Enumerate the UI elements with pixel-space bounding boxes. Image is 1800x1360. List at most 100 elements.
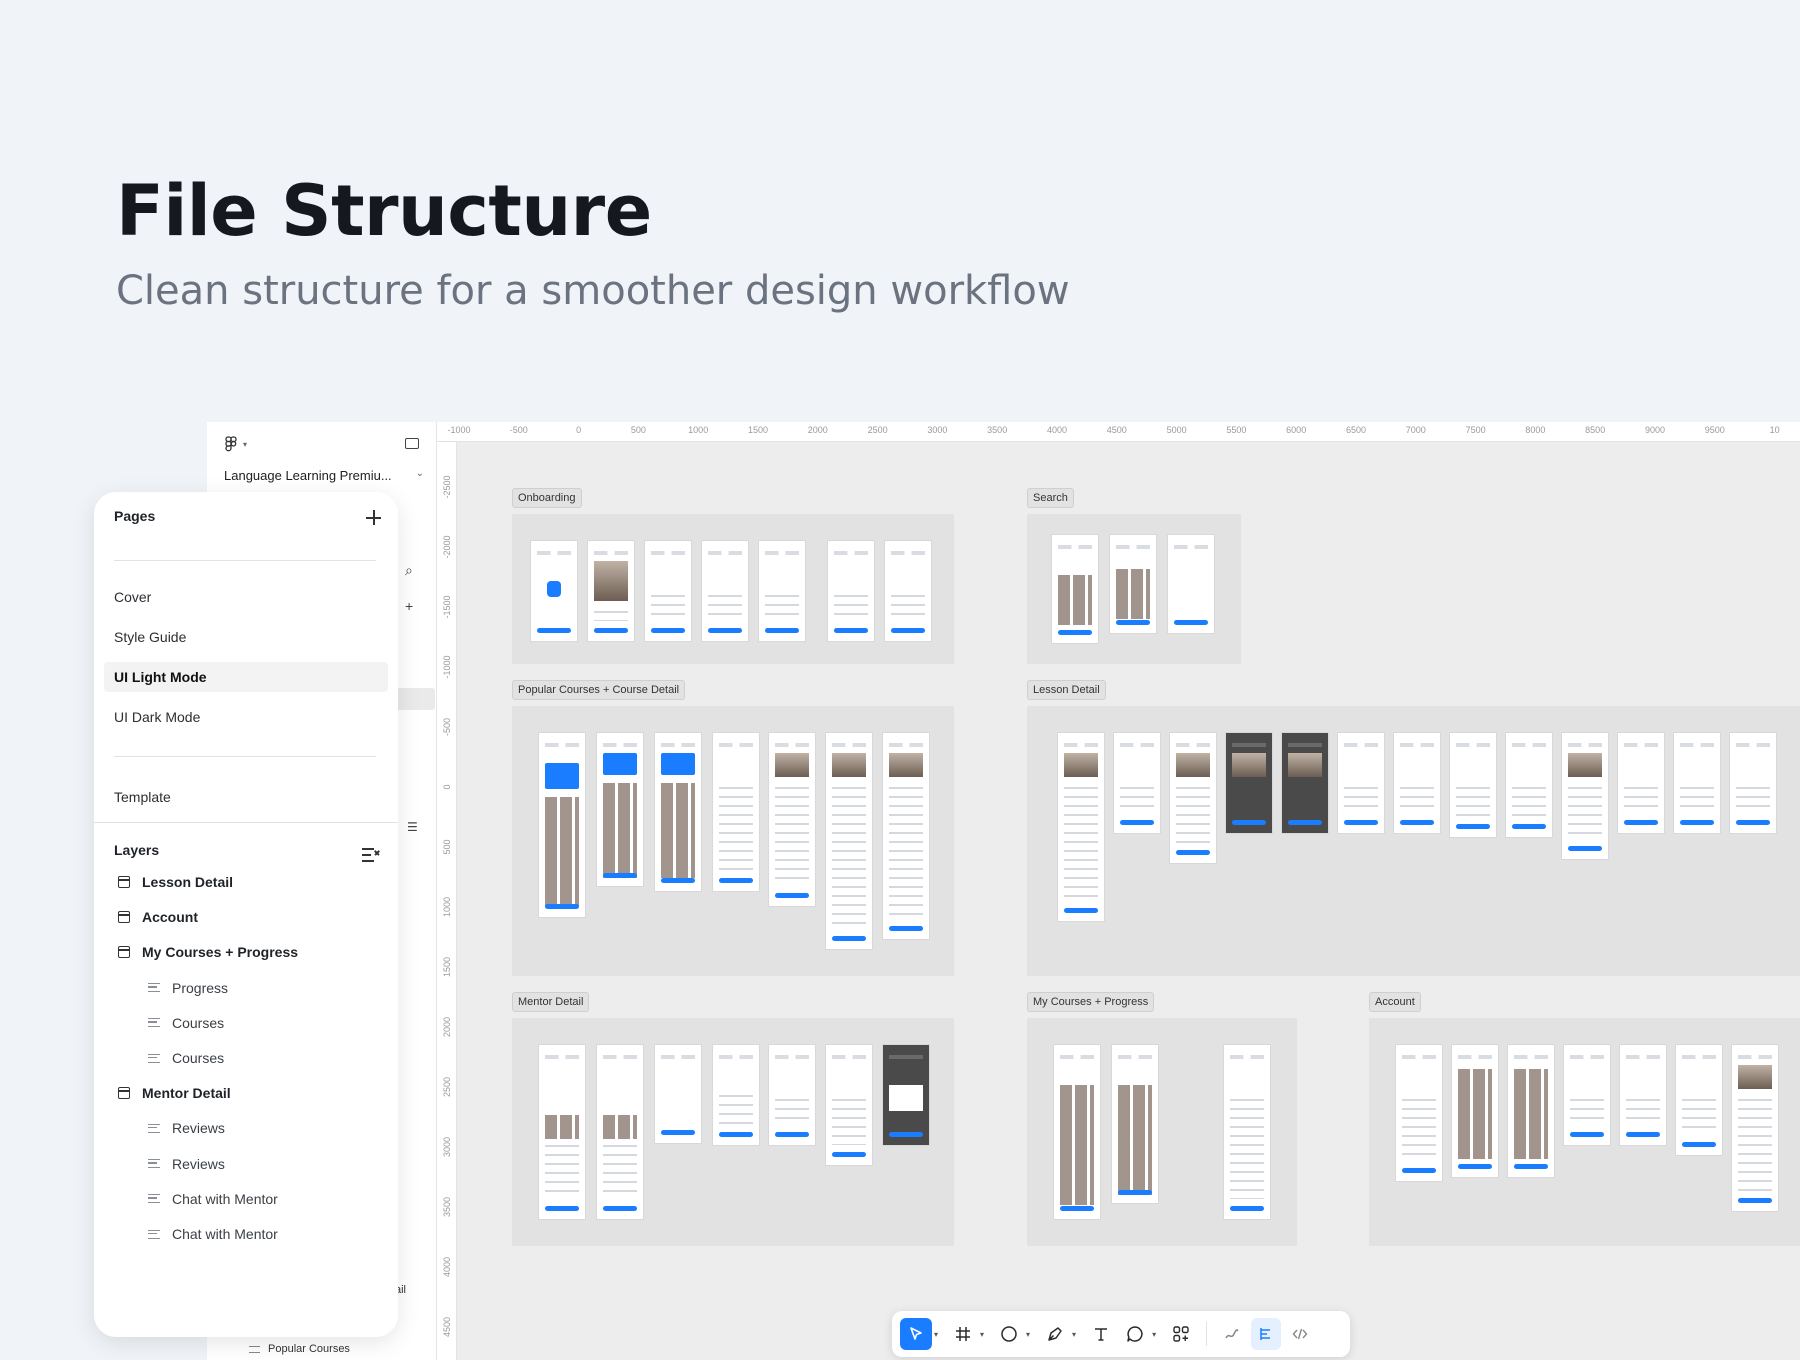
chevron-down-icon[interactable]: ▾ (980, 1330, 984, 1339)
move-tool-button[interactable] (900, 1318, 932, 1350)
screen-thumbnail[interactable] (712, 732, 760, 892)
screen-thumbnail[interactable] (1675, 1044, 1723, 1156)
add-page-icon[interactable]: + (405, 598, 413, 614)
screen-thumbnail[interactable] (1507, 1044, 1555, 1178)
screen-thumbnail[interactable] (1167, 534, 1215, 634)
screen-thumbnail[interactable] (1395, 1044, 1443, 1182)
page-item-cover[interactable]: Cover (104, 582, 388, 612)
screen-thumbnail[interactable] (884, 540, 932, 642)
layer-row-group[interactable]: Progress (94, 973, 398, 1003)
layer-row-frame[interactable]: Mentor Detail (94, 1078, 398, 1108)
add-page-button[interactable] (364, 508, 384, 528)
main-menu[interactable]: ▾ (225, 436, 247, 452)
screen-thumbnail[interactable] (538, 1044, 586, 1220)
section-label-search[interactable]: Search (1027, 488, 1074, 508)
layer-row-frame[interactable]: Account (94, 902, 398, 932)
screen-thumbnail[interactable] (1109, 534, 1157, 634)
draw-mode-button[interactable] (1217, 1318, 1247, 1350)
screen-thumbnail[interactable] (596, 732, 644, 887)
screen-thumbnail[interactable] (587, 540, 635, 642)
layer-row-frame[interactable]: Lesson Detail (94, 867, 398, 897)
section-popular-courses[interactable] (512, 706, 954, 976)
section-label-lesson-detail[interactable]: Lesson Detail (1027, 680, 1106, 700)
screen-thumbnail[interactable] (768, 732, 816, 907)
screen-thumbnail[interactable] (825, 1044, 873, 1166)
layer-row-group[interactable]: Chat with Mentor (94, 1184, 398, 1214)
screen-thumbnail[interactable] (1057, 732, 1105, 922)
screen-thumbnail[interactable] (1673, 732, 1721, 834)
layer-row-group[interactable]: Reviews (94, 1113, 398, 1143)
chevron-down-icon[interactable]: ▾ (1072, 1330, 1076, 1339)
sidebar-toggle-icon[interactable] (405, 438, 419, 449)
shape-tool-button[interactable] (994, 1318, 1024, 1350)
layer-row-group[interactable]: Courses (94, 1008, 398, 1038)
screen-thumbnail[interactable] (654, 732, 702, 892)
chevron-down-icon[interactable]: ▾ (1152, 1330, 1156, 1339)
section-label-account[interactable]: Account (1369, 992, 1421, 1012)
section-label-mentor-detail[interactable]: Mentor Detail (512, 992, 590, 1012)
screen-thumbnail[interactable] (1281, 732, 1329, 834)
section-mentor-detail[interactable] (512, 1018, 954, 1246)
comment-tool-button[interactable] (1120, 1318, 1150, 1350)
section-my-courses[interactable] (1027, 1018, 1297, 1246)
screen-thumbnail[interactable] (758, 540, 806, 642)
actions-tool-button[interactable] (1166, 1318, 1196, 1350)
screen-thumbnail[interactable] (701, 540, 749, 642)
chevron-down-icon[interactable]: ▾ (934, 1330, 938, 1339)
screen-thumbnail[interactable] (1505, 732, 1553, 838)
text-tool-button[interactable] (1086, 1318, 1116, 1350)
section-label-my-courses[interactable]: My Courses + Progress (1027, 992, 1155, 1012)
frame-tool-button[interactable] (948, 1318, 978, 1350)
screen-thumbnail[interactable] (1451, 1044, 1499, 1178)
screen-thumbnail[interactable] (1113, 732, 1161, 834)
screen-thumbnail[interactable] (530, 540, 578, 642)
screen-thumbnail[interactable] (1223, 1044, 1271, 1220)
page-item-template[interactable]: Template (104, 782, 388, 812)
screen-thumbnail[interactable] (1051, 534, 1099, 644)
layer-row-popular-courses[interactable]: Popular Courses (249, 1343, 350, 1355)
section-label-popular-courses[interactable]: Popular Courses + Course Detail (512, 680, 686, 700)
screen-thumbnail[interactable] (712, 1044, 760, 1146)
screen-thumbnail[interactable] (1111, 1044, 1159, 1204)
screen-thumbnail[interactable] (1619, 1044, 1667, 1146)
screen-thumbnail[interactable] (538, 732, 586, 918)
layer-row-group[interactable]: Courses (94, 1043, 398, 1073)
screen-thumbnail[interactable] (1225, 732, 1273, 834)
screen-thumbnail[interactable] (596, 1044, 644, 1220)
page-item-ui-dark-mode[interactable]: UI Dark Mode (104, 702, 388, 732)
screen-thumbnail[interactable] (1731, 1044, 1779, 1212)
page-item-style-guide[interactable]: Style Guide (104, 622, 388, 652)
screen-thumbnail[interactable] (768, 1044, 816, 1146)
screen-thumbnail[interactable] (882, 1044, 930, 1146)
file-name[interactable]: Language Learning Premiu... ⌄ (224, 468, 424, 483)
layer-row-group[interactable]: Chat with Mentor (94, 1219, 398, 1249)
section-lesson-detail[interactable] (1027, 706, 1800, 976)
search-icon[interactable]: ⌕ (405, 562, 413, 579)
screen-thumbnail[interactable] (1617, 732, 1665, 834)
section-search[interactable] (1027, 514, 1241, 664)
screen-thumbnail[interactable] (1561, 732, 1609, 860)
chevron-down-icon[interactable]: ▾ (1026, 1330, 1030, 1339)
screen-thumbnail[interactable] (644, 540, 692, 642)
dev-mode-button[interactable] (1285, 1318, 1315, 1350)
page-item-ui-light-mode[interactable]: UI Light Mode (104, 662, 388, 692)
layer-row-group[interactable]: Reviews (94, 1149, 398, 1179)
screen-thumbnail[interactable] (1393, 732, 1441, 834)
screen-thumbnail[interactable] (1337, 732, 1385, 834)
screen-thumbnail[interactable] (882, 732, 930, 940)
canvas[interactable]: Onboarding Search Popular Courses + Cour… (457, 442, 1800, 1360)
pen-tool-button[interactable] (1040, 1318, 1070, 1350)
screen-thumbnail[interactable] (825, 732, 873, 950)
screen-thumbnail[interactable] (827, 540, 875, 642)
section-onboarding[interactable] (512, 514, 954, 664)
collapse-layers-icon[interactable] (362, 848, 380, 862)
screen-thumbnail[interactable] (1053, 1044, 1101, 1220)
layer-row-frame[interactable]: My Courses + Progress (94, 937, 398, 967)
screen-thumbnail[interactable] (1729, 732, 1777, 834)
screen-thumbnail[interactable] (654, 1044, 702, 1144)
design-mode-button[interactable] (1251, 1318, 1282, 1350)
screen-thumbnail[interactable] (1563, 1044, 1611, 1146)
section-label-onboarding[interactable]: Onboarding (512, 488, 582, 508)
screen-thumbnail[interactable] (1449, 732, 1497, 838)
section-account[interactable] (1369, 1018, 1800, 1246)
